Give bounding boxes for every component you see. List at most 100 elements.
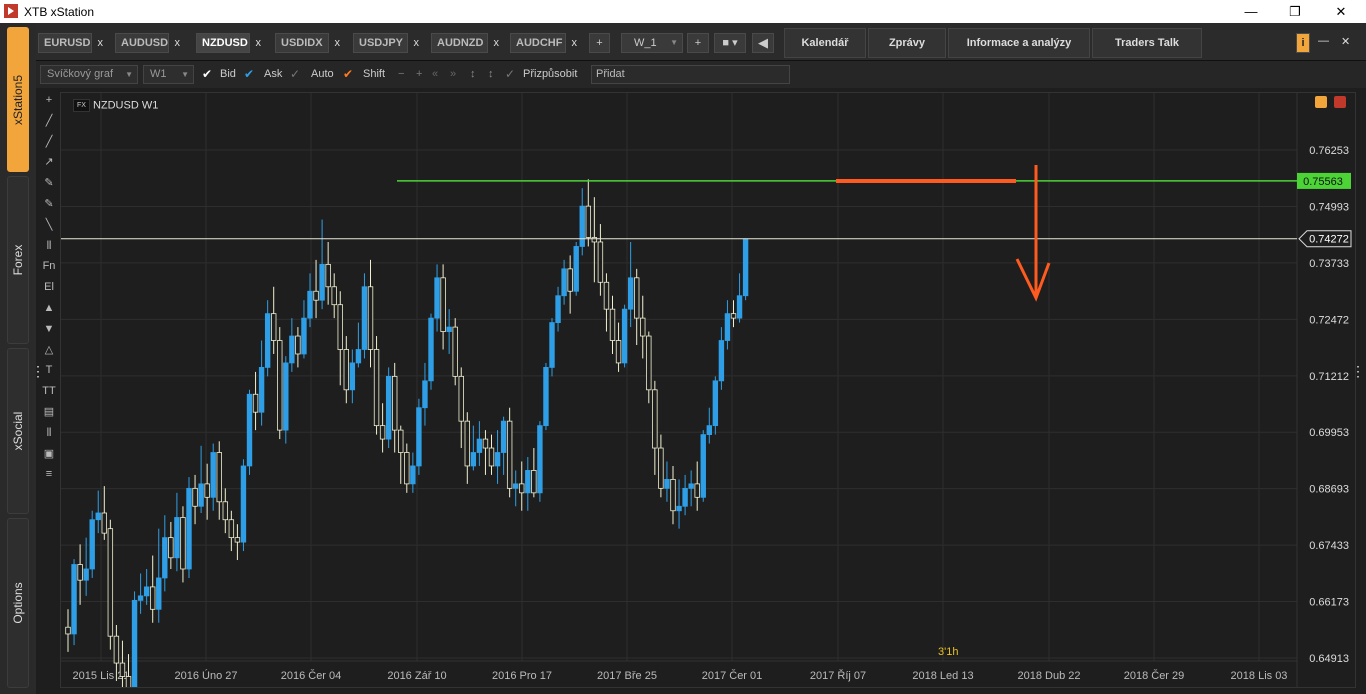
candle-bull (688, 483, 694, 489)
close-tab-icon[interactable]: x (98, 34, 104, 52)
price-chart[interactable]: 2015 Lis 21 2016 Úno 27 2016 Čer 04 2016 Zá… (61, 93, 1355, 687)
info-icon[interactable]: i (1296, 33, 1310, 53)
xtb-logo-icon (4, 4, 18, 18)
symbol-tab-audchf[interactable]: AUDCHF x (510, 33, 577, 53)
fibonacci-tool-icon[interactable]: ╲ (42, 218, 56, 232)
close-button[interactable]: ✕ (1326, 2, 1356, 21)
candle-bull (664, 478, 670, 489)
pencil-tool-icon[interactable]: ✎ (42, 176, 56, 190)
symbol-tab-eurusd[interactable]: EURUSD x (38, 33, 103, 53)
symbol-tab-usdjpy[interactable]: USDJPY x (353, 33, 419, 53)
bid-label: Bid (220, 68, 236, 80)
candle-bear (119, 662, 126, 677)
x-tick-label: 2017 Čer 01 (702, 669, 763, 682)
candle-bear (506, 420, 513, 489)
minimize-button[interactable]: — (1236, 2, 1266, 21)
close-tab-icon[interactable]: x (175, 34, 181, 52)
close-tab-icon[interactable]: x (335, 34, 341, 52)
window-titlebar: XTB xStation — ❐ ✕ (0, 0, 1366, 23)
elliott-tool-icon[interactable]: El (42, 280, 56, 294)
candle-bear (367, 286, 374, 350)
text-size-tool-icon[interactable]: TT (42, 384, 56, 398)
chart-type-select[interactable]: Svíčkový graf ▼ (40, 65, 138, 84)
close-tab-icon[interactable]: x (256, 34, 262, 52)
zoom-in-icon[interactable]: + (416, 68, 422, 80)
back-arrow-icon[interactable]: ◀ (752, 33, 774, 53)
line-tool-icon[interactable]: ╱ (42, 114, 56, 128)
rail-tab-options[interactable]: Options (7, 518, 29, 688)
ray-tool-icon[interactable]: ↗ (42, 155, 56, 169)
fit-check-icon[interactable]: ✓ (505, 67, 515, 81)
chevron-down-icon: ▼ (670, 38, 678, 47)
rail-tab-xstation5[interactable]: xStation5 (7, 27, 29, 172)
bid-check-icon[interactable]: ✔ (202, 67, 212, 81)
add-workspace-button[interactable]: + (687, 33, 709, 53)
candle-bear (337, 304, 343, 350)
close-tab-icon[interactable]: x (494, 34, 500, 52)
chevron-down-icon: ▼ (181, 70, 189, 79)
volume-tool-icon[interactable]: ⫴ (42, 426, 56, 440)
workspace-select[interactable]: W_1 ▼ (621, 33, 683, 53)
templates-tool-icon[interactable]: ▤ (42, 405, 56, 419)
resistance-price-label: 0.75563 (1303, 176, 1343, 188)
rail-tab-xsocial[interactable]: xSocial (7, 348, 29, 514)
candle-bear (531, 470, 537, 494)
close-tab-icon[interactable]: x (572, 34, 578, 52)
candle-bull (561, 268, 567, 297)
candle-bull (355, 349, 362, 364)
nav-news[interactable]: Zprávy (868, 28, 946, 58)
candle-bear (150, 586, 156, 610)
screenshot-tool-icon[interactable]: ▣ (42, 447, 56, 461)
symbol-tab-usdidx[interactable]: USDIDX x (275, 33, 340, 53)
add-symbol-button[interactable]: + (589, 33, 610, 53)
rail-tab-forex[interactable]: Forex (7, 176, 29, 344)
candle-bear (609, 308, 616, 341)
minimize-panel-button[interactable]: — (1318, 35, 1329, 47)
scroll-right-fast-icon[interactable]: » (450, 68, 456, 80)
left-collapse-handle[interactable]: ⋮ (31, 364, 45, 388)
candle-bear (277, 340, 283, 431)
x-tick-label: 2018 Lis 03 (1231, 670, 1288, 682)
scale-vertical-icon[interactable]: ↕ (488, 68, 494, 80)
layout-select[interactable]: ■ ▾ (714, 33, 746, 53)
candle-bull (706, 425, 712, 435)
list-tool-icon[interactable]: ≡ (42, 467, 56, 481)
candle-bull (621, 308, 628, 364)
timeframe-select[interactable]: W1 ▼ (143, 65, 194, 84)
candle-bull (573, 246, 579, 292)
right-collapse-handle[interactable]: ⋮ (1351, 364, 1365, 388)
crosshair-tool-icon[interactable]: + (42, 93, 56, 107)
symbol-tab-nzdusd[interactable]: NZDUSD x (196, 33, 261, 53)
ask-check-icon[interactable]: ✔ (244, 67, 254, 81)
close-tab-icon[interactable]: x (414, 34, 420, 52)
fit-vertical-icon[interactable]: ↕ (470, 68, 476, 80)
maximize-button[interactable]: ❐ (1280, 2, 1310, 21)
triangle-tool-icon[interactable]: △ (42, 343, 56, 357)
candle-bear (646, 335, 652, 391)
scroll-left-fast-icon[interactable]: « (432, 68, 438, 80)
y-tick-label: 0.64913 (1309, 653, 1349, 665)
auto-check-icon[interactable]: ✓ (290, 67, 300, 81)
nav-traders-talk[interactable]: Traders Talk (1092, 28, 1202, 58)
bars-tool-icon[interactable]: ⫴ (42, 239, 56, 253)
candle-bull (301, 317, 307, 355)
candle-bear (670, 478, 676, 512)
zoom-out-icon[interactable]: − (398, 68, 404, 80)
close-panel-button[interactable]: ✕ (1341, 35, 1350, 48)
add-indicator-input[interactable]: Přidat (591, 65, 790, 84)
symbol-tab-audusd[interactable]: AUDUSD x (115, 33, 180, 53)
nav-calendar[interactable]: Kalendář (784, 28, 866, 58)
candle-bear (270, 313, 277, 341)
arrow-down-tool-icon[interactable]: ▼ (42, 322, 56, 336)
pen-tool-icon[interactable]: ✎ (42, 197, 56, 211)
channel-tool-icon[interactable]: ╱ (42, 135, 56, 149)
chart-panel[interactable]: FX NZDUSD W1 2015 Lis 21 2016 Úno 27 2016 Č… (60, 92, 1356, 688)
symbol-tab-audnzd[interactable]: AUDNZD x (431, 33, 499, 53)
annotation-arrow-head[interactable] (1015, 258, 1051, 302)
candle-bear (615, 340, 622, 364)
nav-analysis[interactable]: Informace a analýzy (948, 28, 1090, 58)
candle-bull (240, 465, 247, 543)
shift-check-icon[interactable]: ✔ (343, 67, 353, 81)
functions-tool-icon[interactable]: Fn (42, 259, 56, 273)
arrow-up-tool-icon[interactable]: ▲ (42, 301, 56, 315)
